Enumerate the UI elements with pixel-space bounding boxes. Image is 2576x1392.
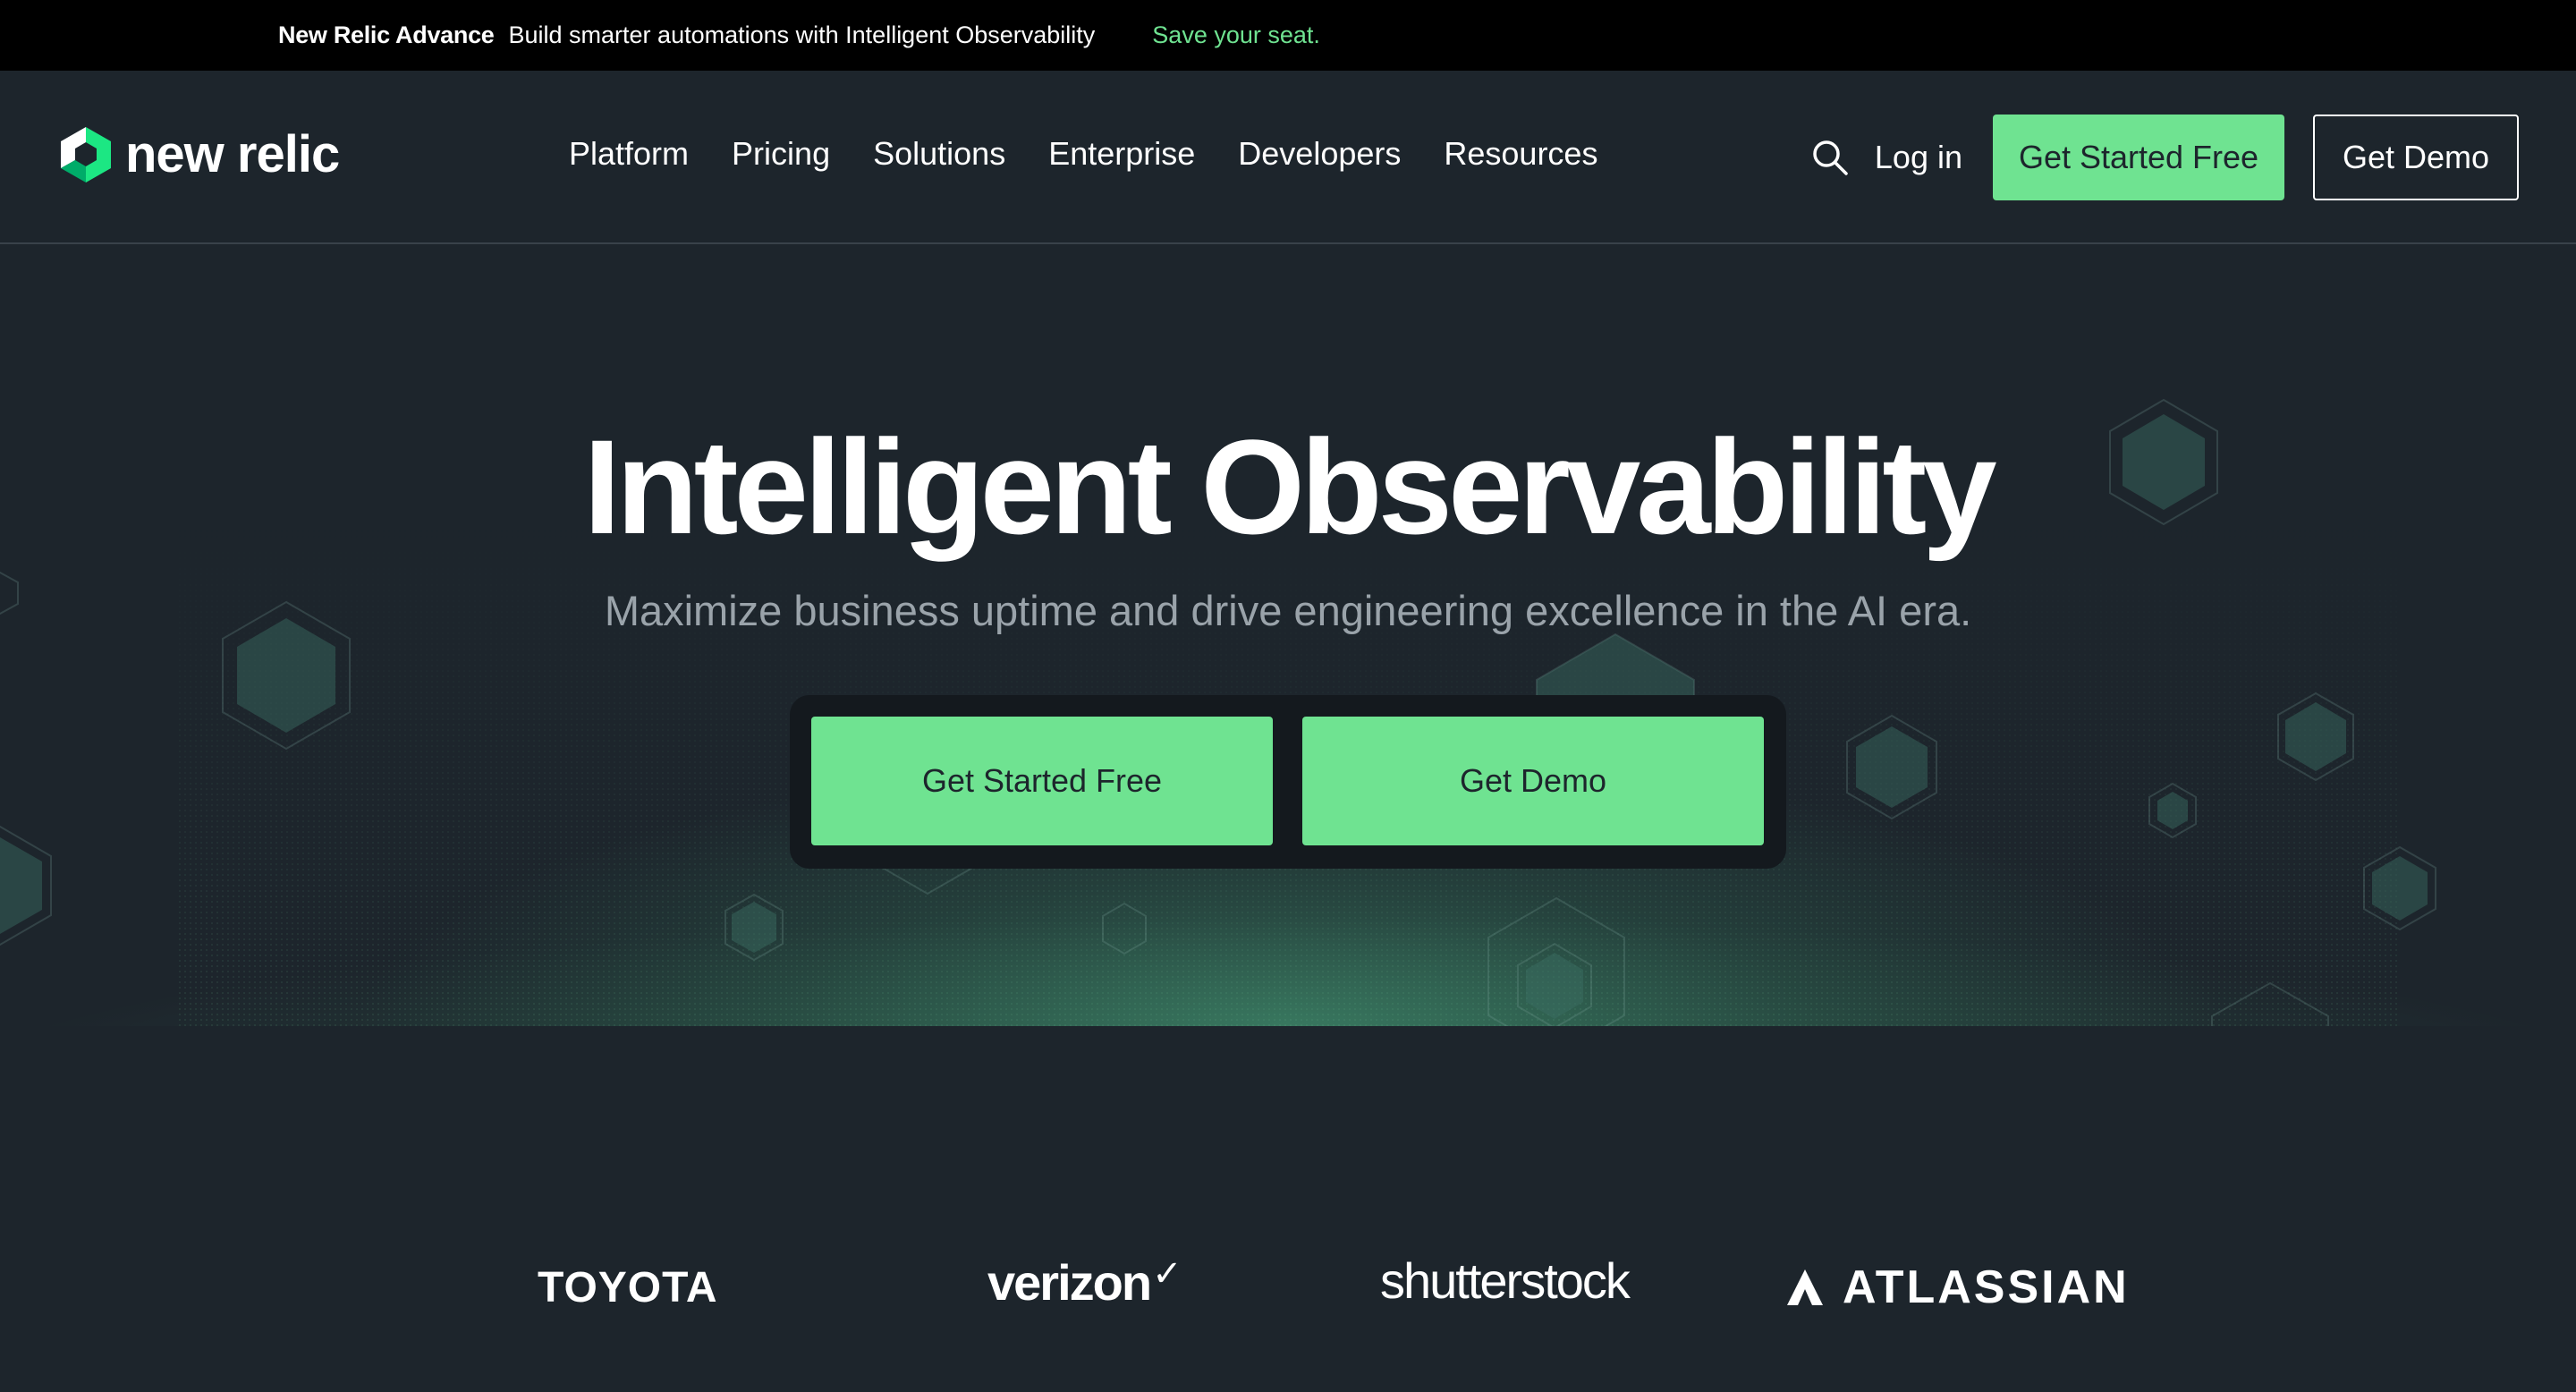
- atlassian-icon: [1787, 1269, 1823, 1305]
- hero-cta-group: Get Started Free Get Demo: [790, 695, 1786, 1026]
- login-link[interactable]: Log in: [1875, 139, 1962, 176]
- nav-enterprise[interactable]: Enterprise: [1048, 135, 1195, 173]
- main-nav: Platform Pricing Solutions Enterprise De…: [569, 135, 1640, 173]
- nav-resources[interactable]: Resources: [1444, 135, 1597, 173]
- hero-get-demo-button[interactable]: Get Demo: [1302, 717, 1764, 845]
- checkmark-icon: ✓: [1152, 1254, 1182, 1294]
- logo[interactable]: new relic: [59, 124, 340, 184]
- nav-developers[interactable]: Developers: [1238, 135, 1401, 173]
- search-icon: [1813, 140, 1848, 175]
- nav-platform[interactable]: Platform: [569, 135, 689, 173]
- logo-text: new relic: [125, 125, 340, 183]
- nav-pricing[interactable]: Pricing: [732, 135, 830, 173]
- atlassian-logo-text: ATLASSIAN: [1843, 1261, 2130, 1313]
- header-get-started-button[interactable]: Get Started Free: [1993, 115, 2284, 200]
- header-actions: Log in Get Started Free Get Demo: [1809, 115, 2519, 200]
- header-get-demo-button[interactable]: Get Demo: [2313, 115, 2519, 200]
- new-relic-logo-icon: [61, 126, 111, 182]
- toyota-logo: TOYOTA: [538, 1264, 718, 1311]
- announcement-message: Build smarter automations with Intellige…: [508, 21, 1096, 48]
- hero-title: Intelligent Observability: [583, 412, 1996, 562]
- hero-get-started-button[interactable]: Get Started Free: [811, 717, 1273, 845]
- page: New Relic Advance Build smarter automati…: [0, 0, 2576, 1392]
- customer-logos: TOYOTA verizon✓ shutterstock ATLASSIAN: [0, 1026, 2576, 1392]
- nav-solutions[interactable]: Solutions: [873, 135, 1005, 173]
- atlassian-logo: ATLASSIAN: [1785, 1260, 2130, 1314]
- shutterstock-logo: shutterstock: [1380, 1252, 1631, 1309]
- site-header: new relic Platform Pricing Solutions Ent…: [0, 71, 2576, 244]
- hero-section: Intelligent Observability Maximize busin…: [0, 244, 2576, 1026]
- announcement-brand: New Relic Advance: [278, 21, 495, 48]
- search-button[interactable]: [1809, 136, 1852, 179]
- announcement-bar: New Relic Advance Build smarter automati…: [0, 0, 2576, 71]
- verizon-logo-text: verizon: [987, 1254, 1152, 1311]
- verizon-logo: verizon✓: [987, 1253, 1182, 1311]
- hero-subtitle: Maximize business uptime and drive engin…: [604, 587, 1972, 634]
- save-seat-link[interactable]: Save your seat.: [1152, 21, 1320, 49]
